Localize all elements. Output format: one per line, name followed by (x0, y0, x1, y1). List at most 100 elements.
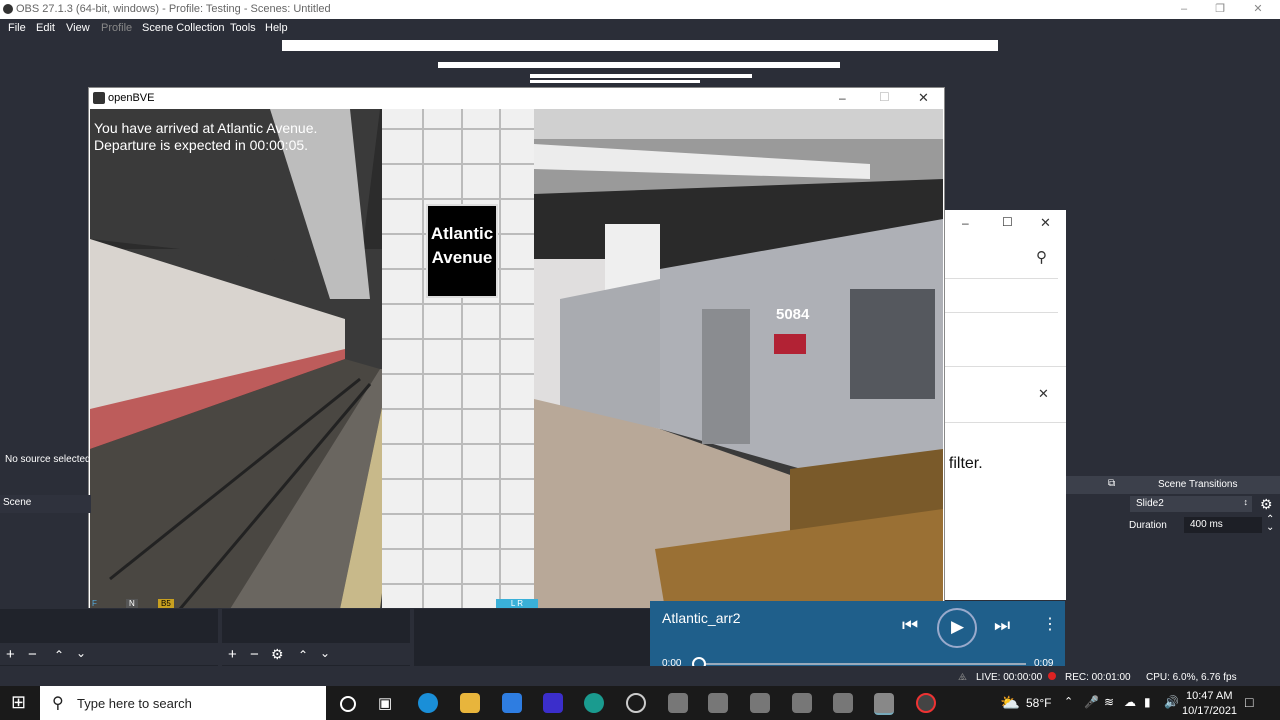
progress-track[interactable] (698, 663, 1026, 665)
remove-source-icon[interactable]: − (250, 646, 259, 663)
duration-input[interactable]: 400 ms (1184, 517, 1262, 533)
live-status: LIVE: 00:00:00 (976, 672, 1043, 683)
speaker-icon[interactable]: 🔊 (1164, 695, 1179, 709)
move-down-icon[interactable]: ⌄ (320, 646, 330, 660)
undock-icon[interactable]: ⧉ (1108, 478, 1115, 489)
add-scene-icon[interactable]: + (6, 646, 15, 663)
clock-date[interactable]: 10/17/2021 (1182, 705, 1237, 717)
mail-icon[interactable] (502, 693, 522, 713)
maximize-icon[interactable]: ☐ (1002, 215, 1013, 229)
search-placeholder: Type here to search (77, 696, 192, 711)
microphone-icon[interactable]: 🎤 (1084, 695, 1099, 709)
dismiss-icon[interactable]: ✕ (1038, 386, 1049, 402)
close-icon[interactable]: ✕ (1240, 0, 1276, 19)
edge-icon[interactable] (418, 693, 438, 713)
scene-list-item[interactable]: Scene (0, 495, 91, 513)
media-player-taskbar-icon[interactable] (916, 693, 936, 713)
openbve-active-taskbar-icon[interactable] (874, 693, 894, 715)
filter-text: t filter. (940, 455, 983, 472)
obs-status-bar: ⧌ LIVE: 00:00:00 REC: 00:01:00 CPU: 6.0%… (0, 666, 1280, 686)
clock-time[interactable]: 10:47 AM (1186, 690, 1232, 702)
menu-view[interactable]: View (66, 22, 90, 34)
play-icon: ▶ (951, 617, 965, 636)
nested-preview-bar-4 (530, 80, 700, 83)
minimize-icon[interactable]: – (1166, 0, 1202, 19)
windows-taskbar: ⊞ ⚲ Type here to search ▣ ⛅ 58°F ⌃ 🎤 ≋ ☁… (0, 686, 1280, 720)
divider (940, 278, 1058, 279)
openbve-taskbar-icon[interactable] (708, 693, 728, 713)
divider (940, 422, 1066, 423)
temperature[interactable]: 58°F (1026, 696, 1051, 710)
openbve-window-title: openBVE (108, 92, 155, 104)
track-title: Atlantic_arr2 (662, 610, 741, 626)
windows-start-icon[interactable]: ⊞ (11, 692, 26, 713)
maximize-icon[interactable]: ❐ (1202, 0, 1238, 19)
menu-file[interactable]: File (8, 22, 26, 34)
background-dialog-window: – ☐ ✕ ⚲ ✕ t filter. (940, 210, 1066, 600)
notifications-icon[interactable]: □ (1245, 694, 1253, 710)
search-icon[interactable]: ⚲ (1036, 248, 1047, 266)
file-explorer-icon[interactable] (460, 693, 480, 713)
transition-select[interactable]: Slide2 ↕ (1130, 496, 1252, 512)
live-icon: ⧌ (958, 672, 967, 683)
obs-title-bar: OBS 27.1.3 (64-bit, windows) - Profile: … (0, 0, 1280, 19)
move-down-icon[interactable]: ⌄ (76, 646, 86, 660)
taskbar-search-box[interactable]: ⚲ Type here to search (40, 686, 326, 720)
close-icon[interactable]: ✕ (918, 90, 929, 106)
rec-indicator-icon (1048, 672, 1056, 680)
play-button[interactable]: ▶ (937, 608, 977, 648)
departure-message: Departure is expected in 00:00:05. (94, 137, 309, 153)
battery-icon[interactable]: ▮ (1144, 695, 1151, 709)
openbve-taskbar-icon[interactable] (792, 693, 812, 713)
task-view-icon[interactable]: ▣ (378, 694, 392, 712)
divider (940, 312, 1058, 313)
menu-profile[interactable]: Profile (101, 22, 132, 34)
more-options-icon[interactable]: ⋮ (1042, 614, 1058, 634)
simulator-viewport[interactable]: Atlantic Avenue 5084 You have arrived at… (90, 109, 943, 609)
cpu-status: CPU: 6.0%, 6.76 fps (1146, 672, 1237, 683)
chevron-up-icon[interactable]: ⌃ (1064, 695, 1073, 708)
audio-mixer-dock (414, 609, 650, 666)
obs-taskbar-icon[interactable] (626, 693, 646, 713)
add-source-icon[interactable]: + (228, 646, 237, 663)
scene-transitions-dock: Scene Transitions ⧉ Slide2 ↕ ⚙ Duration … (1066, 476, 1280, 666)
menu-tools[interactable]: Tools (230, 22, 256, 34)
menu-edit[interactable]: Edit (36, 22, 55, 34)
move-up-icon[interactable]: ⌃ (54, 648, 64, 662)
gear-icon[interactable]: ⚙ (1260, 496, 1273, 513)
next-icon[interactable]: ⏭ (994, 615, 1010, 636)
edge-beta-icon[interactable] (584, 693, 604, 713)
hud-reverser: F (92, 599, 97, 608)
media-player: Atlantic_arr2 ⏮ ▶ ⏭ ⋮ 0:00 0:09 (650, 601, 1065, 675)
maximize-icon[interactable]: ☐ (879, 90, 890, 104)
scene-transitions-title: Scene Transitions (1158, 479, 1238, 490)
nested-preview-bar-3 (530, 74, 752, 78)
cloud-icon[interactable]: ☁ (1124, 695, 1136, 709)
rec-status: REC: 00:01:00 (1065, 672, 1131, 683)
visual-studio-icon[interactable] (543, 693, 563, 713)
previous-icon[interactable]: ⏮ (902, 615, 918, 636)
cortana-icon[interactable] (340, 696, 356, 712)
minimize-icon[interactable]: – (962, 216, 969, 230)
move-up-icon[interactable]: ⌃ (298, 648, 308, 662)
close-icon[interactable]: ✕ (1040, 215, 1051, 231)
openbve-taskbar-icon[interactable] (750, 693, 770, 713)
openbve-window: openBVE – ☐ ✕ Atlantic Avenue 5084 You h… (88, 87, 945, 611)
car-number: 5084 (776, 306, 810, 323)
weather-icon[interactable]: ⛅ (1000, 693, 1020, 713)
transition-value: Slide2 (1136, 498, 1164, 509)
openbve-taskbar-icon[interactable] (668, 693, 688, 713)
openbve-title-bar: openBVE – ☐ ✕ (89, 88, 944, 109)
menu-help[interactable]: Help (265, 22, 288, 34)
chevron-updown-icon: ↕ (1243, 497, 1249, 507)
no-source-label: No source selected (5, 454, 91, 465)
wifi-icon[interactable]: ≋ (1104, 695, 1114, 709)
openbve-app-icon (93, 92, 105, 104)
gear-icon[interactable]: ⚙ (271, 646, 284, 663)
menu-scene-collection[interactable]: Scene Collection (142, 22, 225, 34)
minimize-icon[interactable]: – (839, 91, 846, 105)
openbve-taskbar-icon[interactable] (833, 693, 853, 713)
spin-down-icon[interactable]: ⌄ (1266, 522, 1274, 533)
remove-scene-icon[interactable]: − (28, 646, 37, 663)
sign-line1: Atlantic (430, 224, 494, 243)
